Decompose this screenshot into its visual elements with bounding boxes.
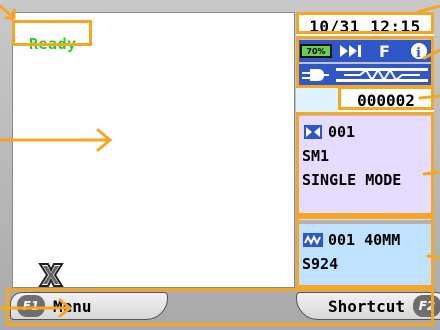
annotation-arrows <box>0 4 440 318</box>
